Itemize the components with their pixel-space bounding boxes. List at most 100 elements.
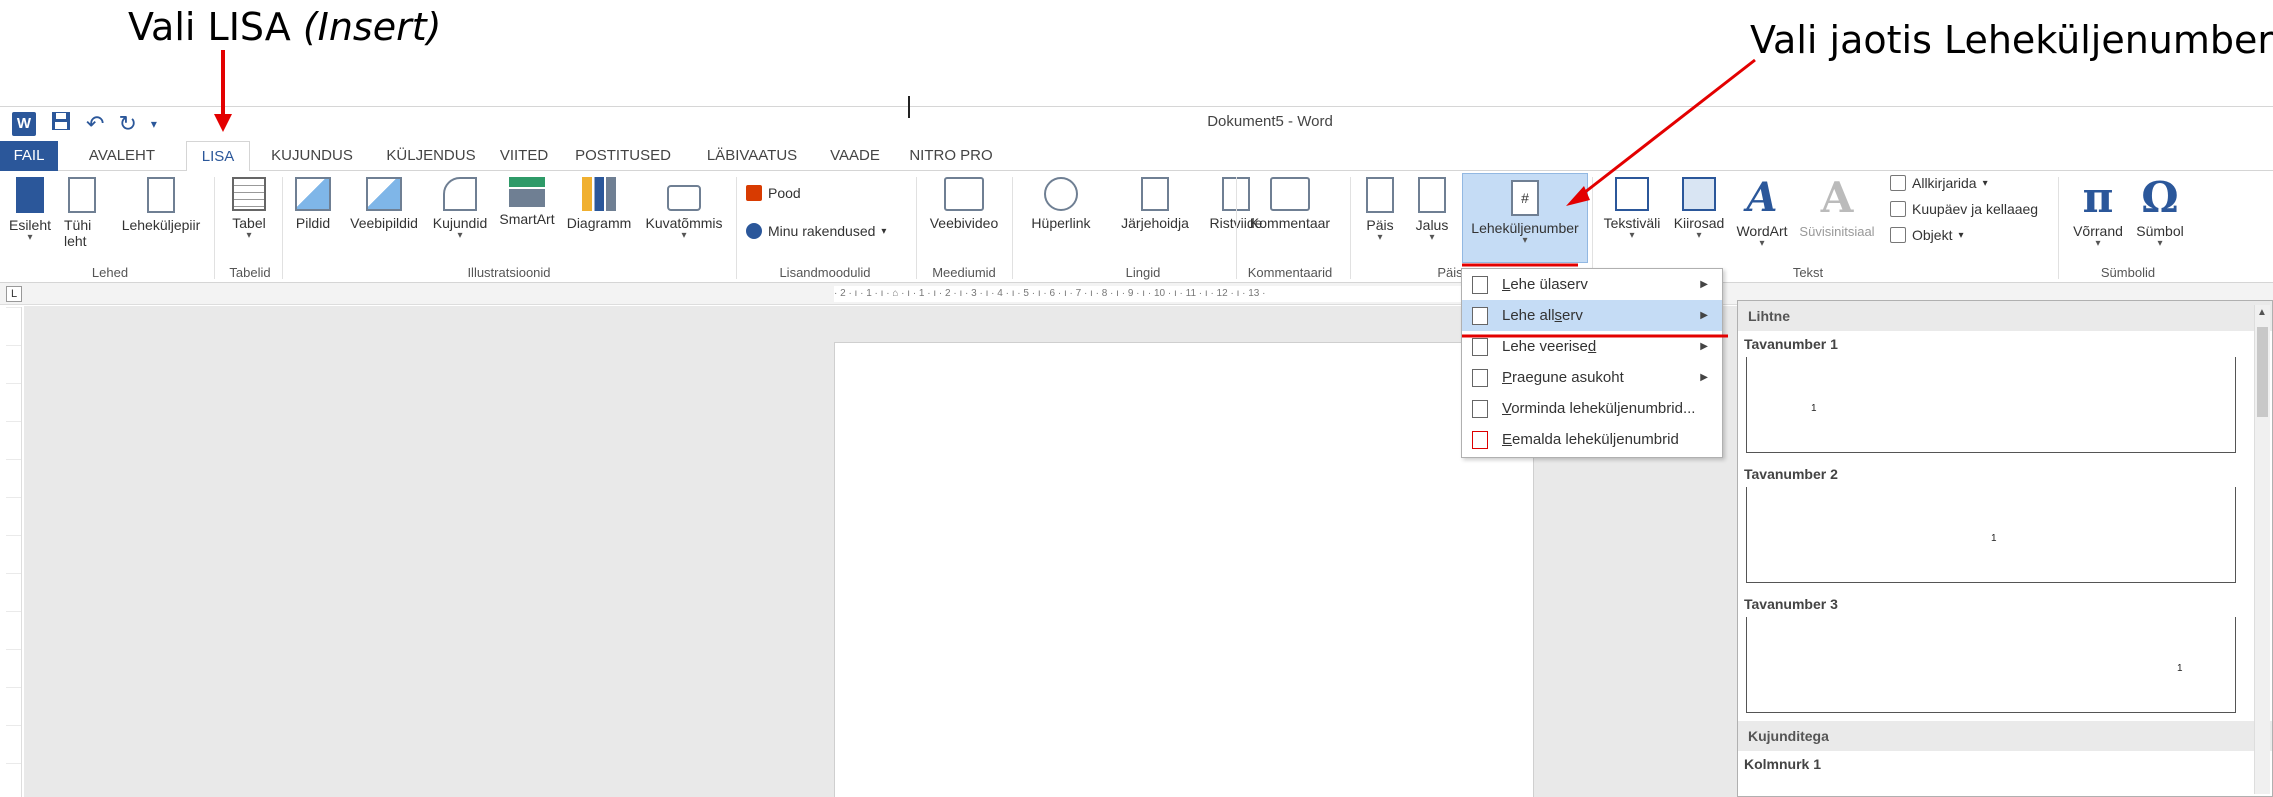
store-label: Pood [768, 185, 801, 201]
quick-parts-button[interactable]: Kiirosad ▾ [1670, 177, 1728, 241]
wordart-button[interactable]: A WordArt ▾ [1730, 177, 1794, 249]
tab-layout[interactable]: KÜLJENDUS [378, 141, 484, 171]
scrollbar-thumb[interactable] [2257, 327, 2268, 417]
footer-button[interactable]: Jalus ▾ [1410, 177, 1454, 243]
group-separator [916, 177, 917, 279]
signature-line-button[interactable]: Allkirjarida ▾ [1890, 175, 1988, 191]
chevron-right-icon: ▶ [1700, 341, 1708, 352]
comment-icon [1270, 177, 1310, 211]
redo-icon[interactable]: ↻ [118, 111, 136, 137]
my-apps-icon [746, 223, 762, 239]
tab-references[interactable]: VIITED [496, 141, 552, 171]
object-label: Objekt [1912, 227, 1953, 243]
group-pages: Lehed [91, 265, 129, 280]
tab-nitro-pro[interactable]: NITRO PRO [906, 141, 996, 171]
signature-line-label: Allkirjarida [1912, 175, 1977, 191]
date-time-button[interactable]: Kuupäev ja kellaaeg [1890, 201, 2038, 217]
gallery-page-number: 1 [1991, 533, 1997, 544]
chevron-down-icon: ▾ [2157, 238, 2163, 249]
object-button[interactable]: Objekt ▾ [1890, 227, 1964, 243]
shapes-button[interactable]: Kujundid ▾ [428, 177, 492, 241]
chart-button[interactable]: Diagramm [562, 177, 636, 231]
gallery-item-plain-number-1[interactable]: 1 [1746, 357, 2236, 453]
group-separator [1592, 177, 1593, 279]
screenshot-button[interactable]: Kuvatõmmis ▾ [640, 177, 728, 241]
chevron-down-icon: ▾ [881, 225, 887, 237]
cover-page-button[interactable]: Esileht ▾ [8, 177, 52, 243]
store-button[interactable]: Pood [746, 185, 801, 201]
tab-view[interactable]: VAADE [822, 141, 888, 171]
page-number-menu: Lehe ülaserv ▶ Lehe allserv ▶ Lehe veeri… [1461, 268, 1723, 458]
menu-item-current-position[interactable]: Praegune asukoht ▶ [1462, 362, 1722, 393]
horizontal-ruler[interactable]: · 2 · ı · 1 · ı · ⌂ · ı · 1 · ı · 2 · ı … [834, 286, 1474, 302]
gallery-item-name: Kolmnurk 1 [1744, 756, 1822, 772]
page-break-button[interactable]: Leheküljepiir [114, 177, 208, 233]
menu-item-page-margins[interactable]: Lehe veerised ▶ [1462, 331, 1722, 362]
pi-icon: π [2082, 173, 2114, 222]
quick-parts-icon [1682, 177, 1716, 211]
smartart-button[interactable]: SmartArt [494, 177, 560, 227]
symbol-button[interactable]: Ω Sümbol ▾ [2132, 177, 2188, 249]
tab-design[interactable]: KUJUNDUS [262, 141, 362, 171]
group-tables: Tabelid [229, 265, 271, 280]
pictures-button[interactable]: Pildid [290, 177, 336, 231]
text-box-button[interactable]: Tekstiväli ▾ [1598, 177, 1666, 241]
tab-review[interactable]: LÄBIVAATUS [696, 141, 808, 171]
drop-cap-button[interactable]: A Süvisinitsiaal [1794, 177, 1880, 240]
tab-selector[interactable]: L [6, 286, 22, 302]
menu-item-bottom-of-page[interactable]: Lehe allserv ▶ [1462, 300, 1722, 331]
customize-qat-icon[interactable]: ▾ [151, 111, 157, 137]
chevron-down-icon: ▾ [246, 230, 252, 241]
gallery-item-name: Tavanumber 1 [1744, 336, 1838, 352]
blank-page-button[interactable]: Tühi leht [64, 177, 104, 249]
comment-button[interactable]: Kommentaar [1242, 177, 1338, 231]
menu-item-remove-page-numbers[interactable]: Eemalda leheküljenumbrid [1462, 424, 1722, 455]
tab-mailings[interactable]: POSTITUSED [568, 141, 678, 171]
undo-icon[interactable]: ↶ [86, 111, 104, 137]
text-box-label: Tekstiväli [1603, 215, 1661, 231]
document-page[interactable] [834, 342, 1534, 797]
bookmark-label: Järjehoidja [1121, 215, 1189, 231]
signature-icon [1890, 175, 1906, 191]
page-number-label: Leheküljenumber [1471, 220, 1579, 236]
omega-icon: Ω [2141, 173, 2179, 222]
page-number-gallery: Lihtne Tavanumber 1 1 Tavanumber 2 1 Tav… [1737, 300, 2273, 797]
tab-file[interactable]: FAIL [0, 141, 58, 171]
tab-home[interactable]: AVALEHT [72, 141, 172, 171]
gallery-item-plain-number-3[interactable]: 1 [1746, 617, 2236, 713]
vertical-ruler[interactable] [6, 307, 22, 797]
gallery-item-plain-number-2[interactable]: 1 [1746, 487, 2236, 583]
bookmark-icon [1141, 177, 1169, 211]
chart-icon [582, 177, 616, 211]
my-apps-button[interactable]: Minu rakendused ▾ [746, 223, 886, 239]
table-button[interactable]: Tabel ▾ [224, 177, 274, 241]
chevron-right-icon: ▶ [1700, 279, 1708, 290]
globe-icon [1044, 177, 1078, 211]
online-video-button[interactable]: Veebivideo [924, 177, 1004, 231]
chevron-down-icon: ▾ [457, 230, 463, 241]
save-icon[interactable] [50, 110, 72, 138]
gallery-scrollbar[interactable]: ▲ [2254, 305, 2270, 794]
menu-item-format-page-numbers[interactable]: Vorminda leheküljenumbrid... [1462, 393, 1722, 424]
store-icon [746, 185, 762, 201]
title-bar: W ↶ ↻ ▾ Dokument5 - Word [0, 107, 2273, 141]
chevron-down-icon: ▾ [1958, 229, 1964, 241]
hyperlink-button[interactable]: Hüperlink [1018, 177, 1104, 231]
equation-button[interactable]: π Võrrand ▾ [2068, 177, 2128, 249]
group-add-ins: Lisandmoodulid [779, 265, 871, 280]
tab-insert[interactable]: LISA [186, 141, 250, 172]
chevron-down-icon: ▾ [1982, 177, 1988, 189]
shapes-label: Kujundid [432, 215, 488, 231]
pictures-icon [295, 177, 331, 211]
bookmark-button[interactable]: Järjehoidja [1110, 177, 1200, 231]
page-number-button[interactable]: # Leheküljenumber ▾ [1462, 173, 1588, 263]
word-logo-icon[interactable]: W [12, 112, 36, 136]
online-video-label: Veebivideo [929, 215, 999, 231]
online-pictures-label: Veebipildid [350, 215, 418, 231]
scroll-up-icon[interactable]: ▲ [2257, 307, 2267, 318]
page-break-icon [147, 177, 175, 213]
online-pictures-button[interactable]: Veebipildid [344, 177, 424, 231]
blank-page-label-1: Tühi [64, 217, 92, 233]
menu-item-top-of-page[interactable]: Lehe ülaserv ▶ [1462, 269, 1722, 300]
header-button[interactable]: Päis ▾ [1360, 177, 1400, 243]
